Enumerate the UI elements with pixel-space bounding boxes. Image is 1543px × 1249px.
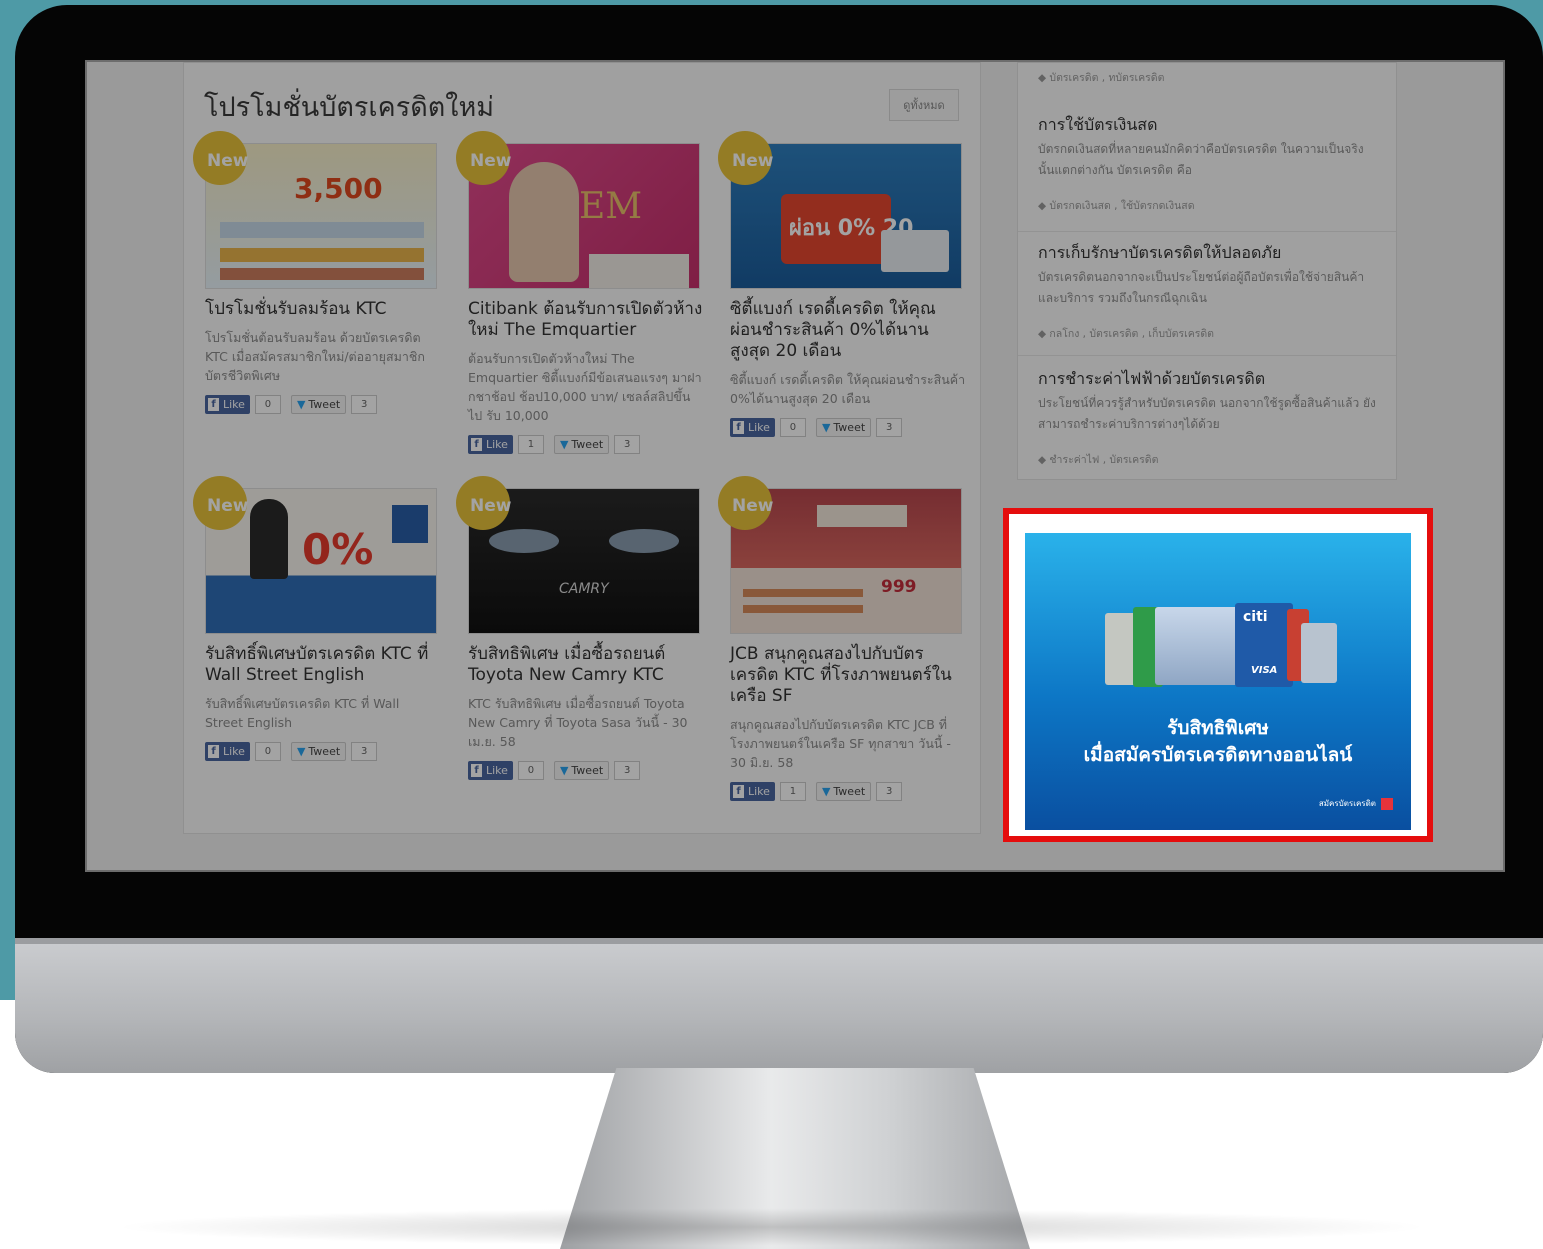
card-description: ต้อนรับการเปิดตัวห้างใหม่ The Emquartier… [468, 351, 702, 423]
facebook-like-button[interactable]: f Like [468, 435, 513, 454]
sidebar-article-2[interactable]: การเก็บรักษาบัตรเครดิตให้ปลอดภัย บัตรเคร… [1018, 231, 1396, 356]
citi-logo: citi [1243, 609, 1268, 625]
tweet-button[interactable]: ▼ Tweet [815, 418, 872, 437]
card-description: โปรโมชั่นต้อนรับลมร้อน ด้วยบัตรเครดิต KT… [205, 330, 425, 383]
new-badge: New [193, 131, 248, 185]
card-title[interactable]: JCB สนุกคูณสองไปกับบัตรเครดิต KTC ที่โรง… [730, 644, 966, 707]
tag-icon: ◆ [1038, 328, 1050, 340]
visa-logo: VISA [1251, 665, 1278, 676]
tweet-count: 3 [614, 761, 641, 780]
tweet-button[interactable]: ▼ Tweet [553, 761, 610, 780]
like-count: 0 [254, 395, 281, 414]
like-count: 1 [517, 435, 544, 454]
tweet-button[interactable]: ▼ Tweet [290, 742, 347, 761]
social-buttons: f Like 0 ▼ Tweet 3 [468, 761, 704, 780]
facebook-like-button[interactable]: f Like [205, 395, 250, 414]
twitter-bird-icon: ▼ [296, 398, 306, 411]
tag-icon: ◆ [1038, 454, 1050, 466]
facebook-like-button[interactable]: f Like [468, 761, 513, 780]
like-count: 1 [779, 782, 806, 801]
card-title[interactable]: รับสิทธิพิเศษ เมื่อซื้อรถยนต์ Toyota New… [468, 644, 704, 686]
ad-headline: รับสิทธิพิเศษ [1167, 717, 1269, 739]
article-description: ประโยชน์ที่ควรรู้สำหรับบัตรเครดิต นอกจาก… [1038, 396, 1376, 431]
promo-card-3[interactable]: New ผ่อน 0% 20 ซิตี้แบงก์ เรดดี้เครดิต ใ… [718, 131, 966, 437]
new-badge: New [456, 131, 511, 185]
promo-card-2[interactable]: New EM Citibank ต้อนรับการเปิดตัวห้างใหม… [456, 131, 704, 454]
card-description: รับสิทธิ์พิเศษบัตรเครดิต KTC ที่ Wall St… [205, 696, 400, 730]
promo-card-4[interactable]: New 0% รับสิทธิ์พิเศษบัตรเครดิต KTC ที่ … [193, 476, 441, 761]
article-title[interactable]: การชำระค่าไฟฟ้าด้วยบัตรเครดิต [1038, 367, 1265, 392]
card-title[interactable]: รับสิทธิ์พิเศษบัตรเครดิต KTC ที่ Wall St… [205, 644, 441, 686]
article-tags[interactable]: ◆ บัตรกดเงินสด , ใช้บัตรกดเงินสด [1038, 197, 1195, 214]
stand-shadow [0, 1205, 1543, 1249]
tweet-button[interactable]: ▼ Tweet [290, 395, 347, 414]
new-badge: New [718, 476, 773, 530]
new-badge: New [193, 476, 248, 530]
related-articles-sidebar: ◆ บัตรเครดิต , ทบัตรเครดิต การใช้บัตรเงิ… [1017, 62, 1397, 480]
like-count: 0 [779, 418, 806, 437]
sidebar-article-3[interactable]: การชำระค่าไฟฟ้าด้วยบัตรเครดิต ประโยชน์ที… [1018, 355, 1396, 479]
facebook-icon: f [471, 438, 482, 451]
tweet-count: 3 [876, 782, 903, 801]
article-tags[interactable]: ◆ บัตรเครดิต , ทบัตรเครดิต [1038, 69, 1164, 86]
see-all-button[interactable]: ดูทั้งหมด [889, 89, 959, 121]
twitter-bird-icon: ▼ [559, 764, 569, 777]
like-count: 0 [254, 742, 281, 761]
section-title: โปรโมชั่นบัตรเครดิตใหม่ [204, 92, 495, 123]
promo-card-6[interactable]: New 999 JCB สนุกคูณสองไปกับบัตรเครดิต KT… [718, 476, 966, 801]
tweet-count: 3 [351, 742, 378, 761]
tweet-button[interactable]: ▼ Tweet [553, 435, 610, 454]
ad-brand: สมัครบัตรเครดิต [1319, 797, 1393, 810]
twitter-bird-icon: ▼ [559, 438, 569, 451]
facebook-icon: f [733, 785, 744, 798]
tweet-count: 3 [351, 395, 378, 414]
facebook-icon: f [471, 764, 482, 777]
social-buttons: f Like 1 ▼ Tweet 3 [468, 435, 704, 454]
tag-icon: ◆ [1038, 72, 1050, 84]
article-description: บัตรเครดิตนอกจากจะเป็นประโยชน์ต่อผู้ถือบ… [1038, 270, 1365, 305]
sidebar-article-1[interactable]: การใช้บัตรเงินสด บัตรกดเงินสดที่หลายคนมั… [1018, 97, 1396, 232]
monitor-chin [15, 938, 1543, 1073]
article-tags[interactable]: ◆ กลโกง , บัตรเครดิต , เก็บบัตรเครดิต [1038, 325, 1214, 342]
promo-card-5[interactable]: New CAMRY รับสิทธิพิเศษ เมื่อซื้อรถยนต์ … [456, 476, 704, 780]
tag-icon: ◆ [1038, 200, 1050, 212]
card-description: KTC รับสิทธิพิเศษ เมื่อซื้อรถยนต์ Toyota… [468, 696, 688, 749]
new-badge: New [456, 476, 511, 530]
like-count: 0 [517, 761, 544, 780]
facebook-like-button[interactable]: f Like [205, 742, 250, 761]
twitter-bird-icon: ▼ [821, 785, 831, 798]
promotions-panel: โปรโมชั่นบัตรเครดิตใหม่ ดูทั้งหมด New 3,… [183, 62, 981, 834]
card-title[interactable]: Citibank ต้อนรับการเปิดตัวห้างใหม่ The E… [468, 299, 704, 341]
new-badge: New [718, 131, 773, 185]
social-buttons: f Like 0 ▼ Tweet 3 [730, 418, 966, 437]
highlighted-banner-ad[interactable]: citi VISA รับสิทธิพิเศษ เมื่อสมัครบัตรเค… [1003, 508, 1433, 842]
facebook-like-button[interactable]: f Like [730, 418, 775, 437]
tweet-count: 3 [614, 435, 641, 454]
banner-ad-image[interactable]: citi VISA รับสิทธิพิเศษ เมื่อสมัครบัตรเค… [1025, 533, 1411, 830]
article-title[interactable]: การใช้บัตรเงินสด [1038, 113, 1157, 138]
twitter-bird-icon: ▼ [821, 421, 831, 434]
brand-logo-icon [1381, 797, 1393, 810]
facebook-icon: f [208, 398, 219, 411]
facebook-icon: f [208, 745, 219, 758]
tweet-button[interactable]: ▼ Tweet [815, 782, 872, 801]
social-buttons: f Like 0 ▼ Tweet 3 [205, 742, 441, 761]
card-title[interactable]: ซิตี้แบงก์ เรดดี้เครดิต ให้คุณผ่อนชำระสิ… [730, 299, 966, 362]
promo-card-1[interactable]: New 3,500 โปรโมชั่นรับลมร้อน KTC โปรโมชั… [193, 131, 441, 414]
card-title[interactable]: โปรโมชั่นรับลมร้อน KTC [205, 299, 441, 320]
tweet-count: 3 [876, 418, 903, 437]
card-description: ซิตี้แบงก์ เรดดี้เครดิต ให้คุณผ่อนชำระสิ… [730, 372, 966, 406]
twitter-bird-icon: ▼ [296, 745, 306, 758]
social-buttons: f Like 1 ▼ Tweet 3 [730, 782, 966, 801]
article-title[interactable]: การเก็บรักษาบัตรเครดิตให้ปลอดภัย [1038, 241, 1281, 266]
ad-subheadline: เมื่อสมัครบัตรเครดิตทางออนไลน์ [1083, 744, 1353, 766]
social-buttons: f Like 0 ▼ Tweet 3 [205, 395, 441, 414]
article-tags[interactable]: ◆ ชำระค่าไฟ , บัตรเครดิต [1038, 451, 1158, 468]
facebook-like-button[interactable]: f Like [730, 782, 775, 801]
article-description: บัตรกดเงินสดที่หลายคนมักคิดว่าคือบัตรเคร… [1038, 142, 1364, 177]
card-description: สนุกคูณสองไปกับบัตรเครดิต KTC JCB ที่โรง… [730, 717, 951, 770]
facebook-icon: f [733, 421, 744, 434]
